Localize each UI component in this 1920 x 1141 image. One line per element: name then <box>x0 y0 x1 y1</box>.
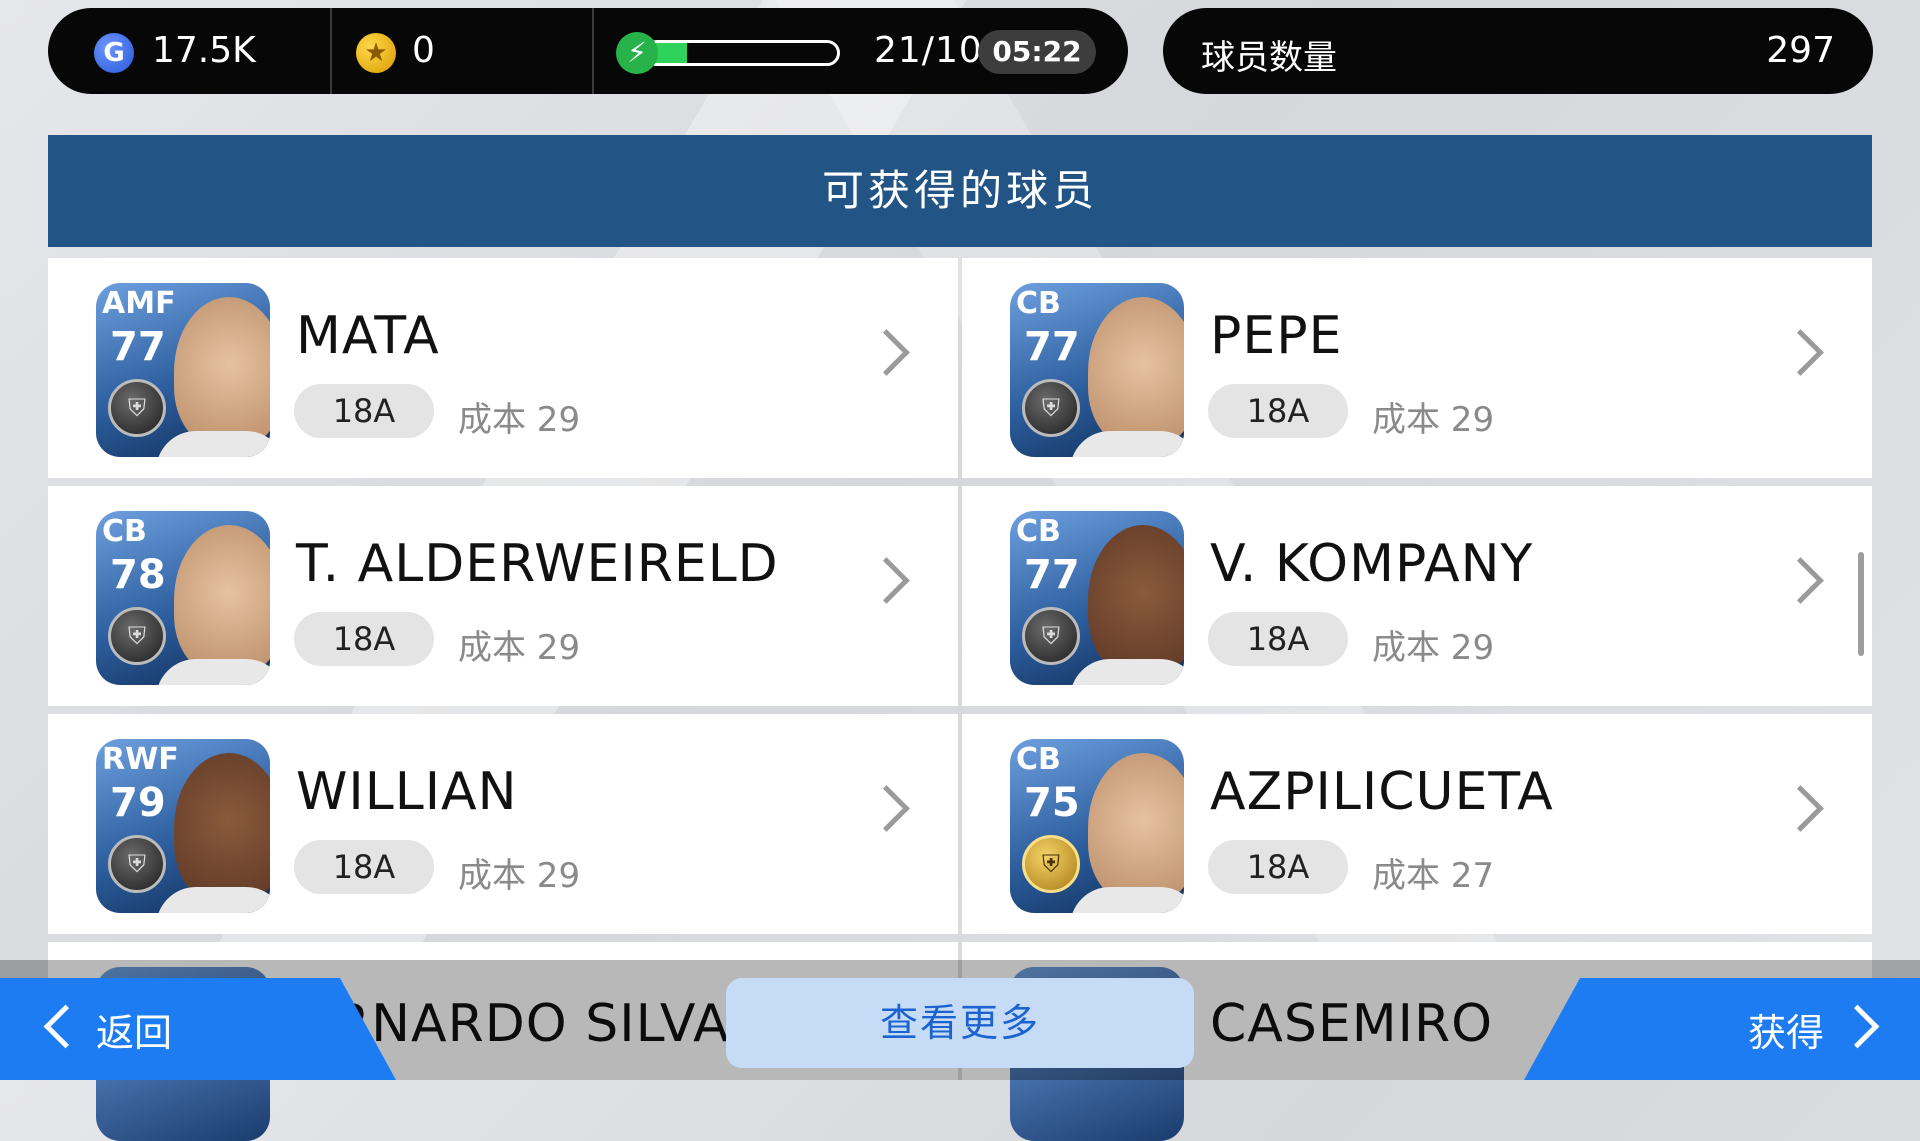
club-badge-icon: ⛨ <box>108 607 166 665</box>
version-tag: 18A <box>1208 384 1348 438</box>
player-face <box>1088 525 1184 675</box>
player-face <box>174 525 270 675</box>
player-portrait: CB 77 ⛨ <box>1010 283 1184 457</box>
player-cost: 成本 29 <box>1372 400 1495 440</box>
player-shirt <box>1070 887 1184 913</box>
scrollbar[interactable] <box>1858 552 1864 656</box>
player-name: PEPE <box>1210 306 1343 366</box>
player-position: CB <box>102 514 147 549</box>
energy-timer: 05:22 <box>978 30 1096 74</box>
player-card[interactable]: AMF 77 ⛨ MATA 18A 成本 29 <box>48 258 958 478</box>
player-shirt <box>156 431 270 457</box>
gp-coin-icon: G <box>94 33 134 73</box>
player-card[interactable]: RWF 79 ⛨ WILLIAN 18A 成本 29 <box>48 714 958 934</box>
player-portrait: AMF 77 ⛨ <box>96 283 270 457</box>
player-portrait: CB 78 ⛨ <box>96 511 270 685</box>
player-rating: 77 <box>1024 324 1080 370</box>
version-tag: 18A <box>1208 612 1348 666</box>
player-cost: 成本 29 <box>1372 628 1495 668</box>
gp-value: 17.5K <box>152 30 256 71</box>
chevron-right-icon <box>863 329 910 376</box>
player-count-bar: 球员数量 297 <box>1163 8 1873 94</box>
player-position: AMF <box>102 286 176 321</box>
player-cost: 成本 29 <box>458 628 581 668</box>
player-shirt <box>1070 659 1184 685</box>
player-position: CB <box>1016 286 1061 321</box>
player-position: CB <box>1016 514 1061 549</box>
view-more-button[interactable]: 查看更多 <box>726 978 1194 1068</box>
player-card[interactable]: CB 75 ⛨ AZPILICUETA 18A 成本 27 <box>962 714 1872 934</box>
player-name: T. ALDERWEIRELD <box>296 534 779 594</box>
club-badge-icon: ⛨ <box>1022 379 1080 437</box>
club-badge-icon: ⛨ <box>1022 607 1080 665</box>
player-card[interactable]: CB 78 ⛨ T. ALDERWEIRELD 18A 成本 29 <box>48 486 958 706</box>
player-portrait: CB 77 ⛨ <box>1010 511 1184 685</box>
player-name: MATA <box>296 306 440 366</box>
player-name: WILLIAN <box>296 762 518 822</box>
player-cost: 成本 27 <box>1372 856 1495 896</box>
chevron-right-icon <box>863 785 910 832</box>
chevron-right-icon <box>1835 1004 1880 1049</box>
currency-bar: G 17.5K ★ 0 ⚡ 21/100 05:22 <box>48 8 1128 94</box>
player-face <box>174 297 270 447</box>
player-rating: 77 <box>110 324 166 370</box>
chevron-right-icon <box>863 557 910 604</box>
player-shirt <box>1070 431 1184 457</box>
player-shirt <box>156 887 270 913</box>
divider <box>592 8 594 94</box>
page-title: 可获得的球员 <box>48 135 1872 247</box>
divider <box>330 8 332 94</box>
player-face <box>1088 297 1184 447</box>
player-card[interactable]: CB 77 ⛨ PEPE 18A 成本 29 <box>962 258 1872 478</box>
version-tag: 18A <box>294 384 434 438</box>
player-count-label: 球员数量 <box>1201 38 1337 78</box>
player-position: RWF <box>102 742 179 777</box>
player-name: V. KOMPANY <box>1210 534 1534 594</box>
player-count-value: 297 <box>1766 30 1835 71</box>
version-tag: 18A <box>1208 840 1348 894</box>
version-tag: 18A <box>294 612 434 666</box>
player-rating: 79 <box>110 780 166 826</box>
player-cost: 成本 29 <box>458 856 581 896</box>
back-button[interactable]: 返回 <box>0 978 396 1080</box>
club-badge-icon: ⛨ <box>108 835 166 893</box>
chevron-right-icon <box>1777 329 1824 376</box>
energy-progress-bar <box>644 40 840 66</box>
player-portrait: RWF 79 ⛨ <box>96 739 270 913</box>
club-badge-icon: ⛨ <box>108 379 166 437</box>
chevron-left-icon <box>43 1004 88 1049</box>
obtain-label: 获得 <box>1748 1011 1825 1055</box>
version-tag: 18A <box>294 840 434 894</box>
lightning-icon: ⚡ <box>616 32 658 74</box>
obtain-button[interactable]: 获得 <box>1524 978 1920 1080</box>
player-card[interactable]: CB 77 ⛨ V. KOMPANY 18A 成本 29 <box>962 486 1872 706</box>
coin-value: 0 <box>412 30 435 71</box>
chevron-right-icon <box>1777 785 1824 832</box>
player-portrait: CB 75 ⛨ <box>1010 739 1184 913</box>
player-cost: 成本 29 <box>458 400 581 440</box>
star-coin-icon: ★ <box>356 33 396 73</box>
player-rating: 77 <box>1024 552 1080 598</box>
player-face <box>174 753 270 903</box>
club-badge-icon: ⛨ <box>1022 835 1080 893</box>
player-face <box>1088 753 1184 903</box>
chevron-right-icon <box>1777 557 1824 604</box>
player-shirt <box>156 659 270 685</box>
player-rating: 78 <box>110 552 166 598</box>
player-rating: 75 <box>1024 780 1080 826</box>
back-label: 返回 <box>96 1011 173 1055</box>
player-position: CB <box>1016 742 1061 777</box>
player-name: AZPILICUETA <box>1210 762 1554 822</box>
